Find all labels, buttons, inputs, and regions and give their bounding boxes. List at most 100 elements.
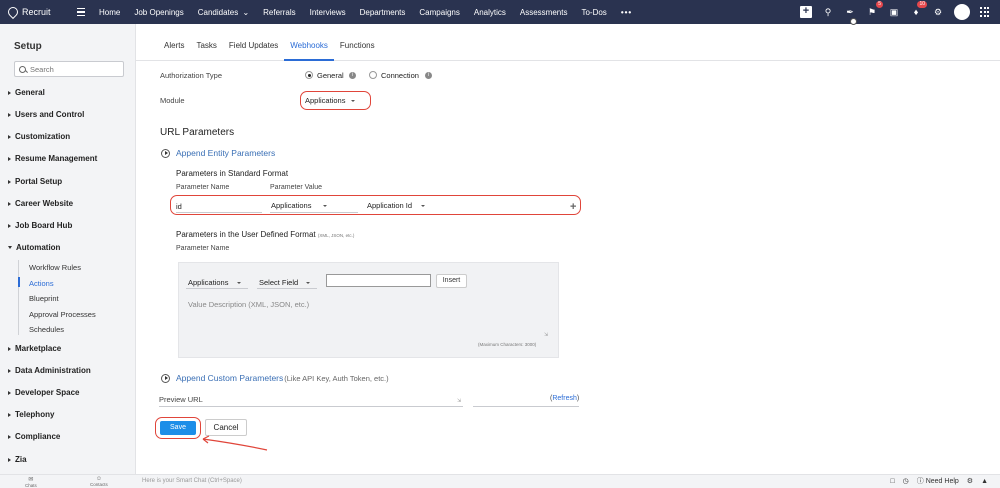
menu-icon[interactable] [70, 8, 92, 16]
nav-referrals[interactable]: Referrals [256, 8, 302, 17]
sidebar-item-users-and-control[interactable]: Users and Control [8, 110, 84, 119]
ud-module-value: Applications [188, 278, 229, 287]
nav-assessments[interactable]: Assessments [513, 8, 575, 17]
sidebar-item-customization[interactable]: Customization [8, 132, 70, 141]
refresh-link[interactable]: Refresh [552, 395, 577, 402]
history-icon[interactable]: ◷ [903, 477, 909, 485]
append-custom-label: Append Custom Parameters [176, 373, 284, 383]
sidebar-item-actions[interactable]: Actions [29, 279, 54, 288]
refresh-paren-close: ) [576, 395, 580, 402]
ud-field-select[interactable]: Select Field [259, 278, 311, 287]
tab-functions[interactable]: Functions [334, 24, 381, 61]
sidebar-item-developer-space[interactable]: Developer Space [8, 388, 79, 397]
caret-right-icon [8, 112, 11, 117]
sidebar-item-label: Zia [15, 455, 27, 464]
nav-interviews[interactable]: Interviews [303, 8, 353, 17]
window-icon[interactable]: □ [890, 478, 894, 485]
settings-icon[interactable]: ⚙ [967, 477, 973, 485]
info-icon[interactable]: i [349, 72, 356, 79]
nav-home[interactable]: Home [92, 8, 127, 17]
caret-right-icon [8, 156, 11, 161]
highlight-param-row [170, 195, 581, 215]
sidebar-item-marketplace[interactable]: Marketplace [8, 344, 61, 353]
automation-tabs: Alerts Tasks Field Updates Webhooks Func… [136, 24, 1000, 61]
chats-button[interactable]: ✉ Chats [25, 476, 37, 488]
sidebar-item-label: General [15, 88, 45, 97]
info-icon[interactable]: i [425, 72, 432, 79]
max-chars-note: (Maximum Characters: 3000) [478, 342, 537, 347]
chat-icon: ✉ [28, 477, 34, 483]
activity-badge: 5 [876, 1, 883, 8]
sidebar-item-label: Portal Setup [15, 177, 63, 186]
nav-to-dos[interactable]: To-Dos [574, 8, 613, 17]
nav-candidates[interactable]: Candidates ⌄ [191, 8, 256, 17]
sidebar-item-approval-processes[interactable]: Approval Processes [29, 310, 96, 319]
contacts-button[interactable]: ☺ Contacts [90, 476, 108, 487]
sidebar-item-general[interactable]: General [8, 88, 45, 97]
auth-general-label: General [317, 71, 344, 80]
calendar-icon[interactable]: ▣ [888, 6, 900, 18]
sidebar-item-label: Career Website [15, 199, 74, 208]
resize-handle-icon[interactable]: ⇲ [544, 332, 548, 338]
preview-url-field[interactable] [159, 406, 463, 407]
append-entity-params-toggle[interactable]: Append Entity Parameters [161, 148, 275, 158]
nav-analytics[interactable]: Analytics [467, 8, 513, 17]
need-help-label: Need Help [925, 478, 959, 485]
chevron-down-icon [237, 281, 242, 284]
resize-handle-icon: ⇲ [457, 398, 462, 404]
nav-job-openings[interactable]: Job Openings [127, 8, 190, 17]
activity-icon[interactable]: ⚑ 5 [866, 1, 883, 18]
sidebar-item-job-board-hub[interactable]: Job Board Hub [8, 221, 72, 230]
sidebar-item-zia[interactable]: Zia [8, 455, 27, 464]
auth-connection-radio[interactable] [369, 71, 377, 79]
expand-icon[interactable]: ▲ [981, 478, 988, 485]
insert-button[interactable]: Insert [436, 274, 467, 288]
sidebar-item-label: Automation [16, 243, 61, 252]
refresh-underline [473, 406, 579, 407]
caret-right-icon [8, 390, 11, 395]
ud-module-select[interactable]: Applications [188, 278, 242, 287]
tab-webhooks[interactable]: Webhooks [284, 24, 334, 61]
smart-chat-input[interactable]: Here is your Smart Chat (Ctrl+Space) [136, 475, 436, 487]
caret-right-icon [8, 223, 11, 228]
append-custom-params-toggle[interactable]: Append Custom Parameters (Like API Key, … [161, 373, 389, 383]
auth-general-radio[interactable] [305, 71, 313, 79]
gear-icon[interactable]: ⚙ [932, 6, 944, 18]
sidebar-item-telephony[interactable]: Telephony [8, 410, 54, 419]
sidebar-item-label: Data Administration [15, 366, 91, 375]
sidebar-item-blueprint[interactable]: Blueprint [29, 294, 59, 303]
nav-campaigns[interactable]: Campaigns [412, 8, 466, 17]
user-defined-format-label: Parameters in the User Defined Format (X… [176, 230, 354, 239]
sidebar-item-compliance[interactable]: Compliance [8, 432, 60, 441]
chats-label: Chats [25, 483, 37, 488]
apps-grid-icon[interactable] [980, 7, 990, 17]
avatar[interactable] [954, 4, 970, 20]
feedback-icon[interactable]: ✒ [844, 6, 856, 18]
sidebar-item-resume-management[interactable]: Resume Management [8, 154, 97, 163]
sidebar-item-career-website[interactable]: Career Website [8, 199, 73, 208]
sidebar-item-workflow-rules[interactable]: Workflow Rules [29, 263, 81, 272]
append-entity-label: Append Entity Parameters [176, 148, 276, 158]
sidebar-item-portal-setup[interactable]: Portal Setup [8, 177, 62, 186]
ud-insert-input[interactable] [326, 274, 431, 287]
main-nav: Home Job Openings Candidates ⌄ Referrals… [92, 0, 639, 24]
help-button[interactable]: ⓘ Need Help [917, 476, 959, 486]
tab-tasks[interactable]: Tasks [190, 24, 222, 61]
sidebar-search[interactable] [14, 61, 124, 77]
chevron-down-icon [306, 281, 311, 284]
sidebar-item-automation[interactable]: Automation [8, 243, 60, 252]
more-icon[interactable]: ••• [614, 8, 639, 17]
sidebar-search-input[interactable] [30, 64, 120, 74]
tab-field-updates[interactable]: Field Updates [223, 24, 284, 61]
sidebar-item-schedules[interactable]: Schedules [29, 325, 64, 334]
nav-departments[interactable]: Departments [353, 8, 413, 17]
sidebar-item-label: Developer Space [15, 388, 80, 397]
bell-icon[interactable]: ♦ 10 [910, 1, 927, 18]
search-icon[interactable]: ⚲ [822, 6, 834, 18]
bottom-right-actions: □ ◷ ⓘ Need Help ⚙ ▲ [890, 474, 988, 488]
value-description-textarea[interactable]: Value Description (XML, JSON, etc.) [188, 300, 309, 309]
app-logo[interactable]: Recruit [0, 4, 70, 20]
sidebar-item-data-administration[interactable]: Data Administration [8, 366, 91, 375]
tab-alerts[interactable]: Alerts [158, 24, 190, 61]
quick-create-plus-icon[interactable]: + [800, 6, 812, 18]
